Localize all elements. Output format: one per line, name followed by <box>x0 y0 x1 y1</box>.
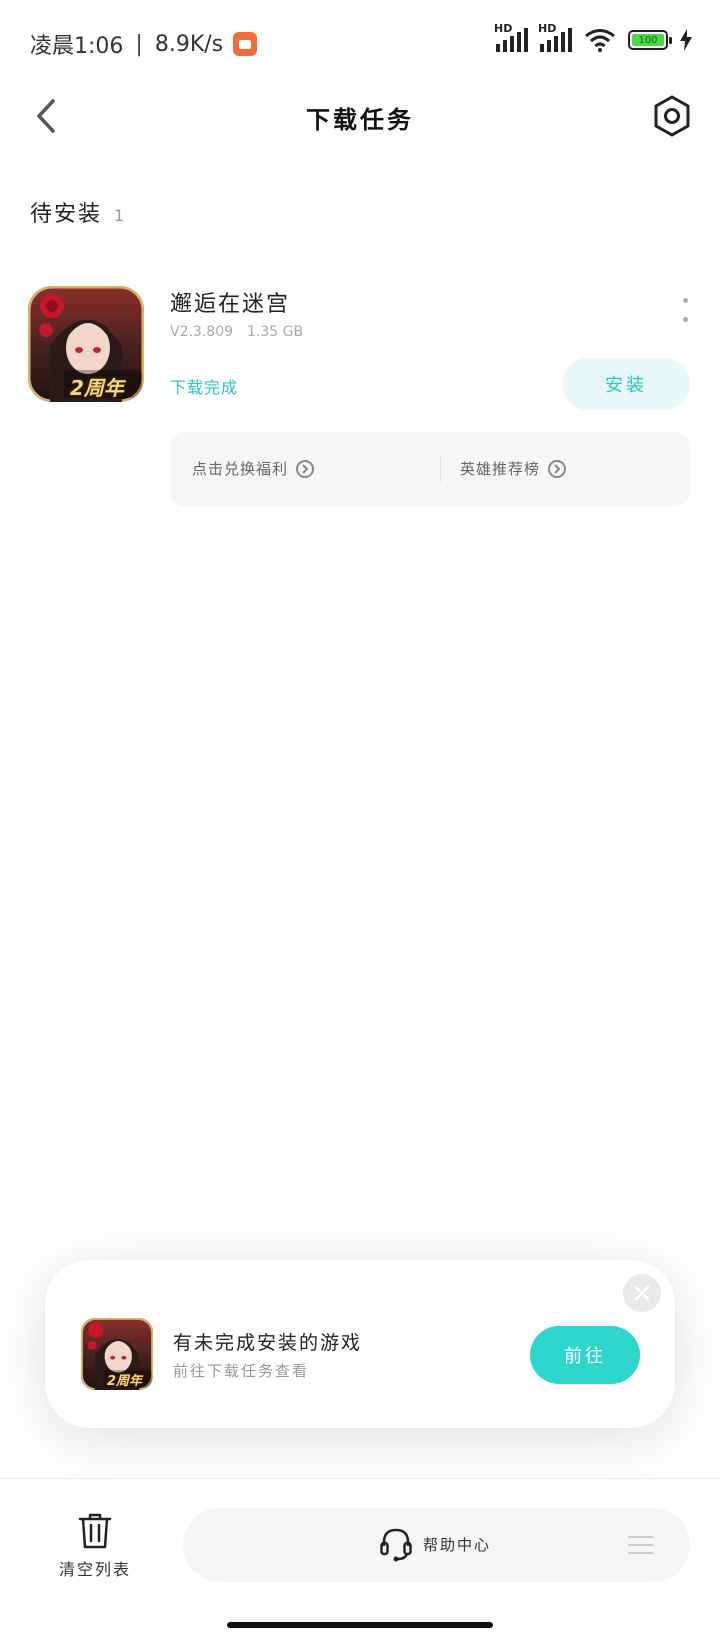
page-title: 下载任务 <box>306 106 414 134</box>
signal-2-icon: HD <box>538 22 572 52</box>
status-bar: 凌晨1:06 | 8.9K/s HD HD 100 <box>0 0 720 90</box>
app-name: 邂逅在迷宫 <box>170 292 291 317</box>
close-icon <box>634 1285 650 1301</box>
wifi-icon <box>585 29 615 52</box>
go-button[interactable]: 前往 <box>530 1326 640 1384</box>
more-dot-icon <box>682 317 688 322</box>
redeem-benefits-link[interactable]: 点击兑换福利 <box>192 458 315 479</box>
home-indicator[interactable] <box>227 1622 493 1628</box>
clear-list-label: 清空列表 <box>58 1560 131 1579</box>
toast-title: 有未完成安装的游戏 <box>173 1332 363 1354</box>
signal-1-icon: HD <box>494 22 528 52</box>
status-separator: | <box>135 31 143 57</box>
battery-icon: 100 <box>628 30 672 50</box>
download-status: 下载完成 <box>170 378 239 397</box>
clear-list-button[interactable]: 清空列表 <box>50 1512 140 1582</box>
app-icon[interactable]: 2周年 <box>28 286 144 402</box>
network-speed: 8.9K/s <box>154 31 224 57</box>
hexagon-gear-icon <box>654 95 690 137</box>
link-label: 英雄推荐榜 <box>460 460 541 478</box>
toast-app-icon: 2周年 <box>81 1318 153 1390</box>
links-divider <box>440 456 441 482</box>
install-button[interactable]: 安装 <box>562 358 690 410</box>
app-size: 1.35 GB <box>247 324 304 340</box>
menu-button[interactable] <box>628 1536 654 1554</box>
status-left: 凌晨1:06 | 8.9K/s <box>30 28 258 60</box>
chevron-right-circle-icon <box>296 459 315 478</box>
icon-badge: 2周年 <box>70 376 124 400</box>
menu-line-icon <box>628 1536 654 1538</box>
menu-line-icon <box>628 1544 654 1546</box>
chevron-right-circle-icon <box>548 459 567 478</box>
more-dot-icon <box>682 298 688 303</box>
more-options-button[interactable] <box>680 298 690 322</box>
icon-badge: 2周年 <box>107 1374 143 1389</box>
section-count: 1 <box>114 206 125 225</box>
battery-level: 100 <box>632 34 664 46</box>
section-title: 待安装 <box>30 202 103 227</box>
charging-icon <box>680 29 692 51</box>
screen-record-icon <box>233 32 258 56</box>
app-meta: V2.3.809 1.35 GB <box>170 324 303 340</box>
help-center-button[interactable]: 帮助中心 <box>379 1526 491 1562</box>
app-links-panel: 点击兑换福利 英雄推荐榜 <box>170 432 690 506</box>
toast-close-button[interactable] <box>623 1274 661 1312</box>
headset-icon <box>380 1528 412 1562</box>
hero-ranking-link[interactable]: 英雄推荐榜 <box>460 458 567 479</box>
toast-subtitle: 前往下载任务查看 <box>173 1362 310 1380</box>
bottom-divider <box>0 1478 720 1479</box>
menu-line-icon <box>628 1552 654 1554</box>
trash-icon <box>78 1513 112 1549</box>
status-right: HD HD 100 <box>494 22 692 52</box>
status-time: 凌晨1:06 <box>30 34 124 59</box>
help-bar: 帮助中心 <box>183 1508 690 1582</box>
link-label: 点击兑换福利 <box>192 460 289 478</box>
page-header: 下载任务 <box>0 82 720 152</box>
settings-button[interactable] <box>650 94 694 138</box>
app-version: V2.3.809 <box>170 324 234 340</box>
unfinished-install-toast: 2周年 有未完成安装的游戏 前往下载任务查看 前往 <box>45 1260 675 1428</box>
help-center-label: 帮助中心 <box>423 1535 492 1554</box>
pending-install-label: 待安装 1 <box>30 196 124 228</box>
